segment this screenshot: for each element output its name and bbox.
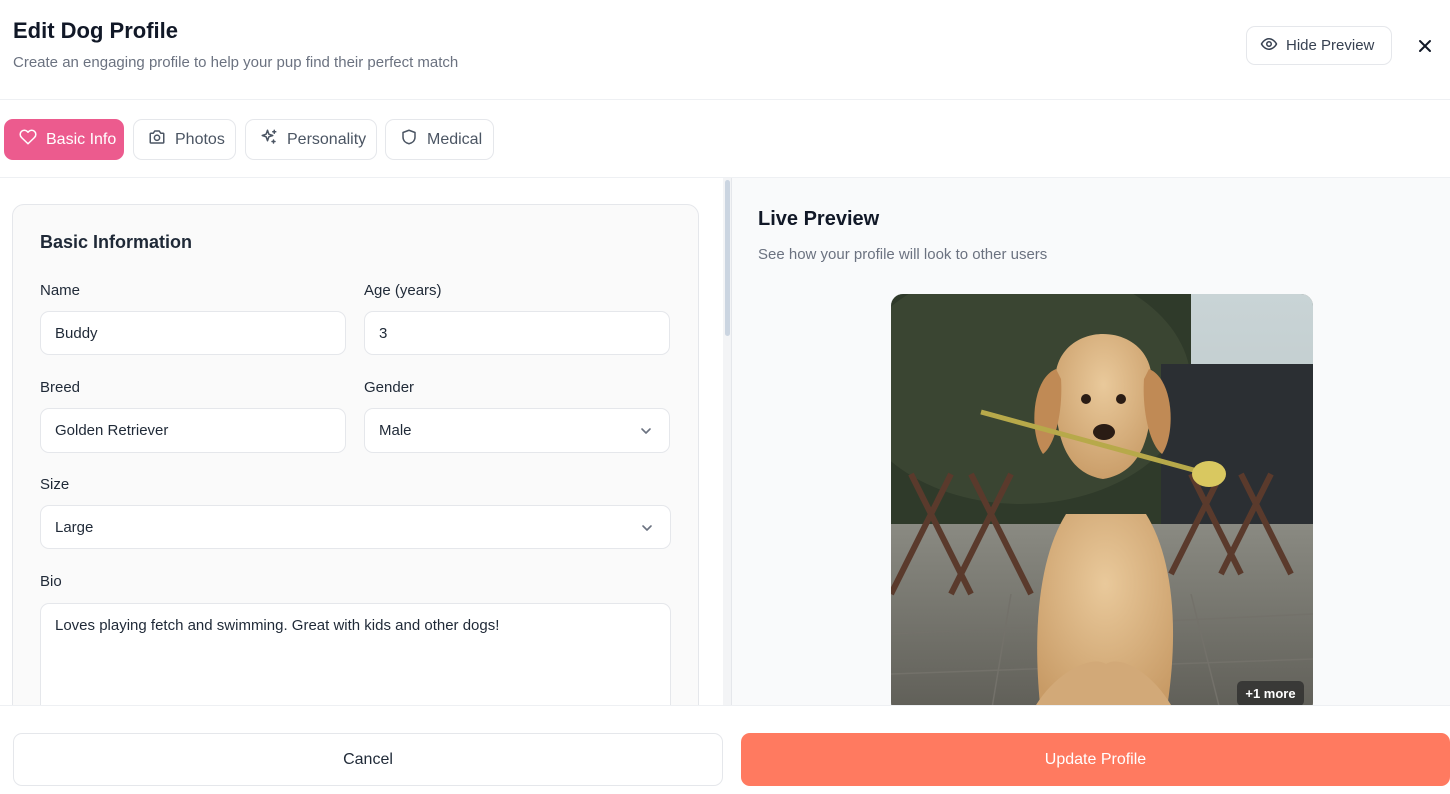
- chevron-down-icon: [640, 521, 654, 539]
- cancel-button[interactable]: Cancel: [13, 733, 723, 786]
- close-icon[interactable]: [1413, 34, 1437, 58]
- more-photos-badge[interactable]: +1 more: [1237, 681, 1304, 705]
- basic-information-card: Basic Information Name Buddy Age (years)…: [12, 204, 699, 705]
- size-value: Large: [55, 518, 94, 536]
- age-value: 3: [379, 324, 388, 342]
- form-panel: Basic Information Name Buddy Age (years)…: [0, 178, 723, 705]
- breed-value: Golden Retriever: [55, 422, 169, 439]
- gender-value: Male: [379, 422, 412, 439]
- age-label: Age (years): [364, 282, 442, 299]
- dialog-header: Edit Dog Profile Create an engaging prof…: [0, 0, 1450, 100]
- live-preview-panel: Live Preview See how your profile will l…: [731, 178, 1450, 705]
- section-title: Basic Information: [40, 232, 193, 252]
- hide-preview-label: Hide Preview: [1286, 37, 1375, 54]
- heart-icon: [19, 128, 37, 151]
- tab-label: Personality: [287, 130, 367, 148]
- scrollbar-thumb[interactable]: [725, 180, 730, 336]
- tab-bar: Basic Info Photos Personality Medical: [0, 101, 1450, 178]
- size-select[interactable]: Large: [40, 505, 671, 549]
- page-subtitle: Create an engaging profile to help your …: [13, 54, 459, 71]
- age-field[interactable]: 3: [364, 311, 670, 355]
- gender-select[interactable]: Male: [364, 408, 670, 453]
- preview-title: Live Preview: [758, 208, 880, 230]
- camera-icon: [148, 128, 166, 151]
- name-label: Name: [40, 282, 81, 299]
- bio-label: Bio: [40, 573, 62, 590]
- tab-label: Basic Info: [46, 130, 117, 148]
- update-profile-button[interactable]: Update Profile: [741, 733, 1450, 786]
- tab-personality[interactable]: Personality: [245, 119, 377, 160]
- tab-basic-info[interactable]: Basic Info: [4, 119, 124, 160]
- chevron-down-icon: [639, 424, 653, 442]
- name-field[interactable]: Buddy: [40, 311, 346, 355]
- breed-label: Breed: [40, 379, 81, 396]
- shield-icon: [400, 128, 418, 151]
- gender-label: Gender: [364, 379, 415, 396]
- tab-medical[interactable]: Medical: [385, 119, 494, 160]
- dog-photo: [891, 294, 1313, 705]
- size-label: Size: [40, 476, 70, 493]
- eye-icon: [1260, 35, 1278, 57]
- sparkles-icon: [260, 128, 278, 151]
- dialog-footer: Cancel Update Profile: [0, 705, 1450, 794]
- breed-field[interactable]: Golden Retriever: [40, 408, 346, 453]
- form-scrollbar[interactable]: [723, 178, 731, 705]
- preview-subtitle: See how your profile will look to other …: [758, 246, 1048, 263]
- tab-photos[interactable]: Photos: [133, 119, 236, 160]
- hide-preview-button[interactable]: Hide Preview: [1246, 26, 1392, 65]
- page-title: Edit Dog Profile: [13, 18, 178, 43]
- name-value: Buddy: [55, 324, 98, 342]
- tab-label: Photos: [175, 130, 225, 148]
- bio-textarea[interactable]: Loves playing fetch and swimming. Great …: [40, 603, 671, 705]
- tab-label: Medical: [427, 130, 483, 148]
